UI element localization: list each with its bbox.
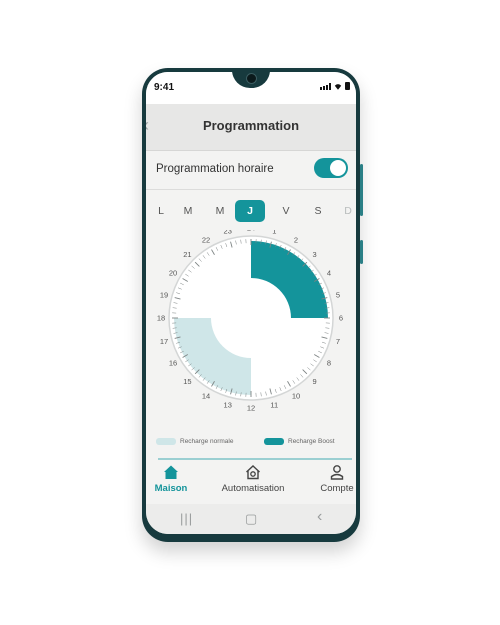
tab-label: Automatisation bbox=[221, 483, 285, 494]
hour-label: 6 bbox=[339, 314, 343, 323]
hour-label: 20 bbox=[169, 269, 177, 278]
side-button bbox=[360, 240, 363, 264]
tab-label: Maison bbox=[154, 483, 188, 494]
hour-label: 1 bbox=[272, 230, 276, 236]
home-icon bbox=[164, 465, 178, 479]
day-button[interactable]: M bbox=[205, 200, 235, 222]
day-button[interactable]: V bbox=[271, 200, 301, 222]
legend: Recharge normale Recharge Boost bbox=[146, 434, 356, 448]
page-title: Programmation bbox=[202, 118, 300, 133]
system-icons bbox=[320, 82, 350, 90]
hour-label: 8 bbox=[327, 359, 331, 368]
day-button[interactable]: M bbox=[173, 200, 203, 222]
hour-label: 16 bbox=[169, 359, 177, 368]
legend-normale-label: Recharge normale bbox=[180, 438, 234, 445]
day-button[interactable]: S bbox=[303, 200, 333, 222]
schedule-toggle[interactable] bbox=[314, 158, 348, 178]
back-nav-icon[interactable]: ‹ bbox=[317, 508, 322, 526]
phone-screen: 9:41 ‹ Programmation Programmation horai… bbox=[146, 72, 356, 534]
day-button[interactable]: J bbox=[235, 200, 265, 222]
battery-icon bbox=[345, 82, 350, 90]
day-button[interactable]: D bbox=[333, 200, 356, 222]
home-nav-icon[interactable]: ▢ bbox=[245, 511, 257, 527]
home-gear-icon bbox=[246, 465, 260, 480]
tab-compte[interactable]: Compte bbox=[314, 460, 356, 504]
side-button bbox=[360, 164, 363, 216]
hour-label: 15 bbox=[183, 377, 191, 386]
tab-label: Compte bbox=[320, 483, 354, 494]
schedule-row: Programmation horaire bbox=[146, 152, 356, 188]
status-time: 9:41 bbox=[154, 82, 175, 93]
recent-apps-icon[interactable]: ||| bbox=[180, 511, 193, 526]
day-button[interactable]: L bbox=[146, 200, 176, 222]
signal-icon bbox=[320, 83, 331, 90]
hour-label: 23 bbox=[224, 230, 232, 236]
divider bbox=[146, 189, 356, 190]
hour-label: 10 bbox=[292, 392, 300, 401]
hour-label: 2 bbox=[294, 236, 298, 245]
schedule-clock[interactable]: 241234567891011121314151617181920212223 bbox=[146, 230, 356, 430]
hour-label: 13 bbox=[224, 401, 232, 410]
hour-label: 7 bbox=[336, 337, 340, 346]
hour-label: 5 bbox=[336, 290, 340, 299]
hour-label: 21 bbox=[183, 250, 191, 259]
notch bbox=[232, 72, 270, 88]
hour-label: 24 bbox=[247, 230, 255, 233]
hour-label: 11 bbox=[270, 401, 278, 410]
android-nav-bar: ||| ▢ ‹ bbox=[146, 504, 356, 534]
hour-label: 9 bbox=[313, 377, 317, 386]
hour-label: 22 bbox=[202, 236, 210, 245]
camera-icon bbox=[246, 73, 257, 84]
schedule-label: Programmation horaire bbox=[156, 163, 274, 175]
legend-normale-swatch bbox=[156, 438, 176, 445]
tab-maison[interactable]: Maison bbox=[148, 460, 194, 504]
hour-label: 19 bbox=[160, 290, 168, 299]
bottom-tab-bar: Maison Automatisation Compte bbox=[146, 460, 356, 504]
hour-label: 12 bbox=[247, 404, 255, 413]
hour-label: 4 bbox=[327, 269, 331, 278]
tab-automatisation[interactable]: Automatisation bbox=[208, 460, 298, 504]
phone-frame: 9:41 ‹ Programmation Programmation horai… bbox=[142, 68, 363, 542]
app-header: ‹ Programmation bbox=[146, 104, 356, 151]
user-icon bbox=[330, 465, 344, 480]
day-selector: LMMJVSD bbox=[146, 200, 356, 224]
status-bar: 9:41 bbox=[146, 72, 356, 104]
hour-label: 17 bbox=[160, 337, 168, 346]
hour-label: 14 bbox=[202, 392, 210, 401]
toggle-knob bbox=[330, 160, 346, 176]
legend-boost-swatch bbox=[264, 438, 284, 445]
hour-label: 18 bbox=[157, 314, 165, 323]
legend-boost-label: Recharge Boost bbox=[288, 438, 335, 445]
hour-label: 3 bbox=[313, 250, 317, 259]
wifi-icon bbox=[334, 84, 342, 90]
